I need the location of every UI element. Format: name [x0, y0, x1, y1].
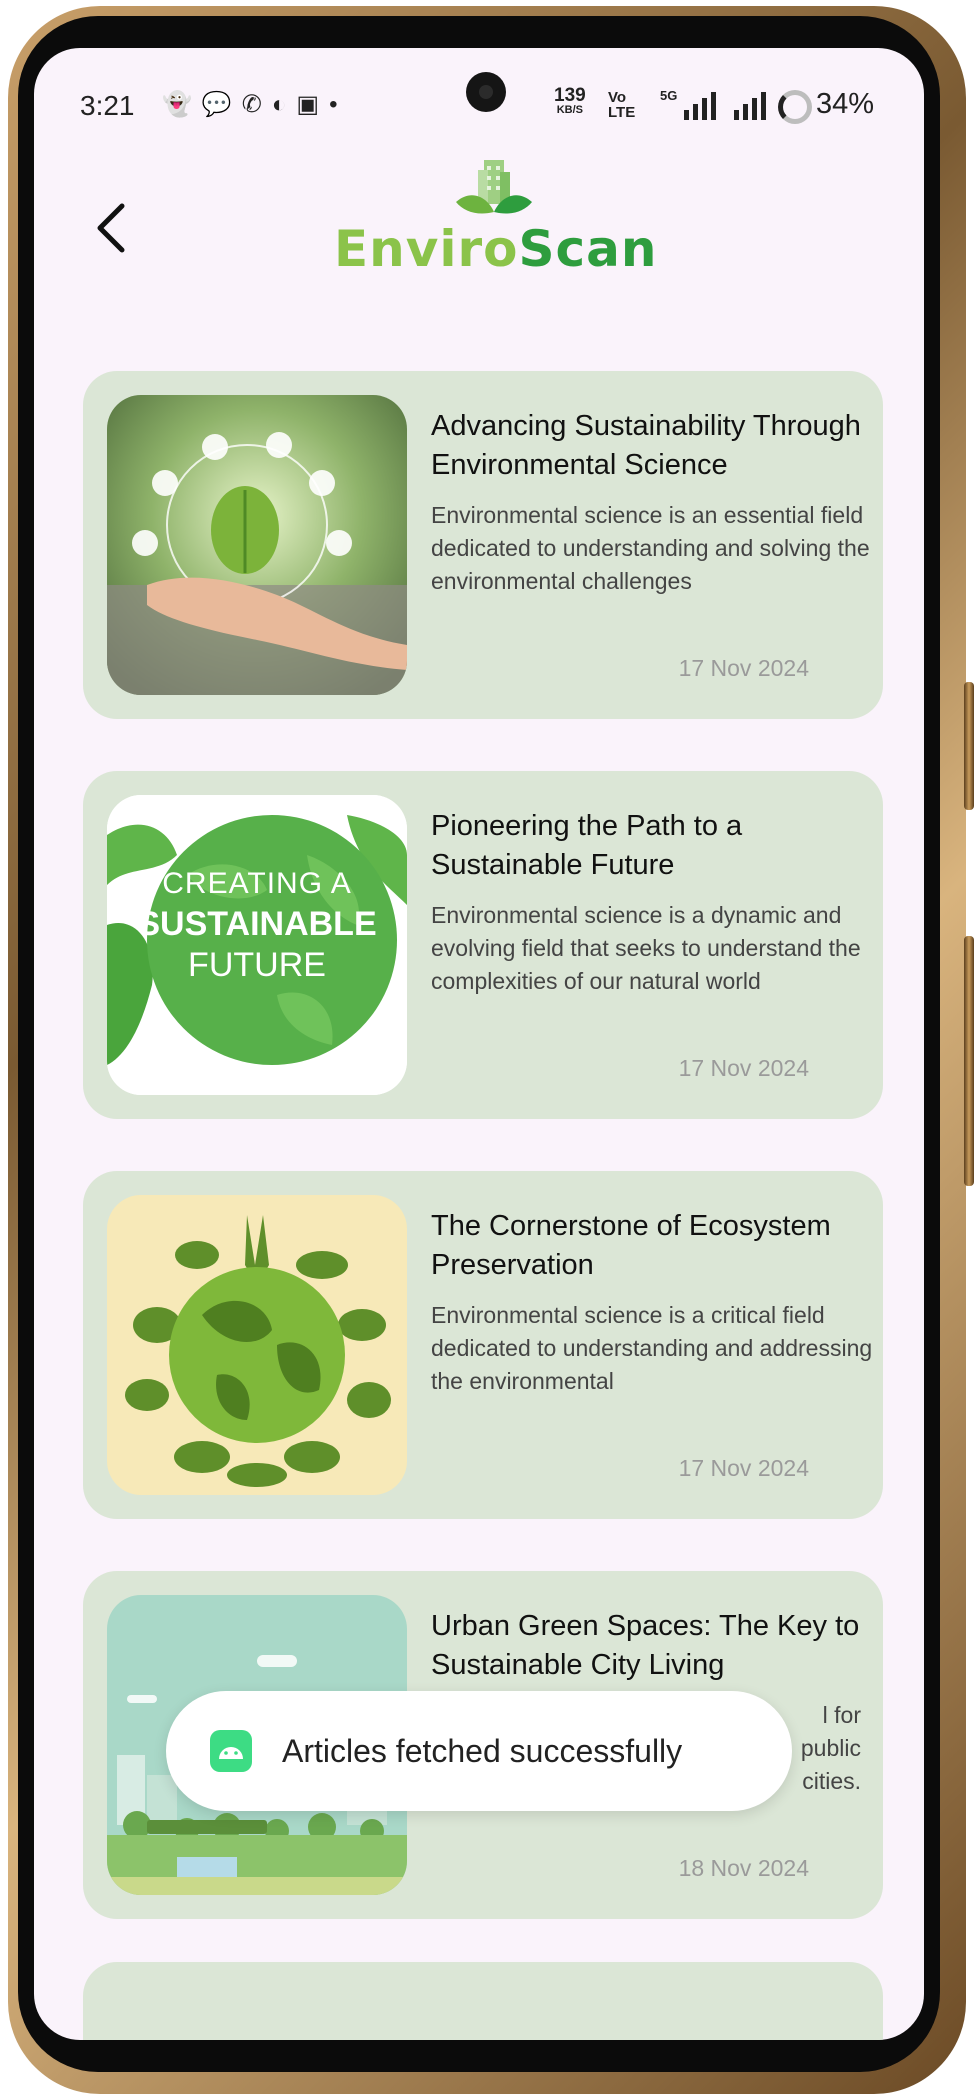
- gift-icon: ▣: [296, 91, 330, 118]
- battery-percent: 34%: [816, 88, 875, 120]
- article-description: Environmental science is a dynamic and e…: [431, 902, 861, 994]
- toast-message: Articles fetched successfully: [282, 1732, 683, 1769]
- network-type: 5G: [660, 88, 678, 103]
- power-button: [964, 936, 974, 1186]
- volte-bottom: LTE: [608, 104, 636, 121]
- status-bar: 3:21 👻💬✆◐▣• 139 KB/S Vo LTE 5G 34%: [34, 48, 924, 158]
- article-description: Environmental science is a critical fiel…: [431, 1302, 873, 1394]
- android-icon: [210, 1730, 252, 1772]
- article-title: Urban Green Spaces: The Key to Sustainab…: [431, 1610, 860, 1681]
- chevron-left-icon: [97, 203, 125, 253]
- volte-top: Vo: [608, 89, 627, 106]
- article-title: Pioneering the Path to a Sustainable Fut…: [431, 810, 743, 881]
- article-card[interactable]: The Cornerstone of Ecosystem Preservatio…: [83, 1171, 883, 1519]
- article-card[interactable]: CREATING A SUSTAINABLE FUTURE Pioneering…: [83, 771, 883, 1119]
- article-title: The Cornerstone of Ecosystem Preservatio…: [431, 1210, 831, 1281]
- image-caption-line: SUSTAINABLE: [137, 905, 377, 943]
- app-screen: 3:21 👻💬✆◐▣• 139 KB/S Vo LTE 5G 34% Envir…: [34, 48, 924, 2040]
- chat-icon: 💬: [201, 91, 242, 118]
- signal-icon: [684, 90, 716, 120]
- article-description: Environmental science is an essential fi…: [431, 502, 870, 594]
- logo-building-leaf-icon: [456, 160, 532, 214]
- front-camera: [466, 72, 506, 112]
- volte-indicator: Vo LTE: [608, 90, 635, 120]
- article-image: [107, 395, 407, 695]
- notification-icons: 👻💬✆◐▣•: [162, 90, 347, 119]
- article-card[interactable]: Advancing Sustainability Through Environ…: [83, 371, 883, 719]
- image-caption-line: CREATING A: [162, 867, 352, 900]
- article-image: [107, 1195, 407, 1495]
- image-caption: CREATING A SUSTAINABLE FUTURE: [107, 867, 407, 985]
- toast-notification: Articles fetched successfully: [166, 1691, 792, 1811]
- article-date: 18 Nov 2024: [678, 1855, 809, 1881]
- status-time: 3:21: [80, 90, 135, 121]
- article-date: 17 Nov 2024: [678, 655, 809, 681]
- logo-text-enviro: Enviro: [334, 220, 519, 278]
- image-caption-line: FUTURE: [188, 946, 326, 984]
- article-date: 17 Nov 2024: [678, 1455, 809, 1481]
- volume-button: [964, 682, 974, 810]
- android-head-glyph: [219, 1747, 243, 1759]
- battery-icon: [778, 90, 812, 124]
- back-button[interactable]: [82, 198, 142, 258]
- article-card-partial[interactable]: [83, 1962, 883, 2040]
- ecosystem-globe-image: [107, 1195, 407, 1495]
- app-logo: EnviroScan: [334, 158, 657, 298]
- network-speed: 139 KB/S: [554, 85, 586, 116]
- net-speed-unit: KB/S: [556, 104, 583, 116]
- whatsapp-icon: ✆: [241, 91, 272, 118]
- net-speed-value: 139: [554, 85, 586, 106]
- logo-text: EnviroScan: [334, 220, 657, 278]
- snapchat-icon: 👻: [162, 91, 202, 118]
- more-dot: •: [329, 91, 348, 118]
- hand-leaf-image: [107, 395, 407, 695]
- logo-text-scan: Scan: [518, 220, 658, 278]
- app-icon: ◐: [271, 91, 297, 118]
- article-title: Advancing Sustainability Through Environ…: [431, 410, 861, 481]
- signal-icon-2: [734, 90, 766, 120]
- article-date: 17 Nov 2024: [678, 1055, 809, 1081]
- article-image: CREATING A SUSTAINABLE FUTURE: [107, 795, 407, 1095]
